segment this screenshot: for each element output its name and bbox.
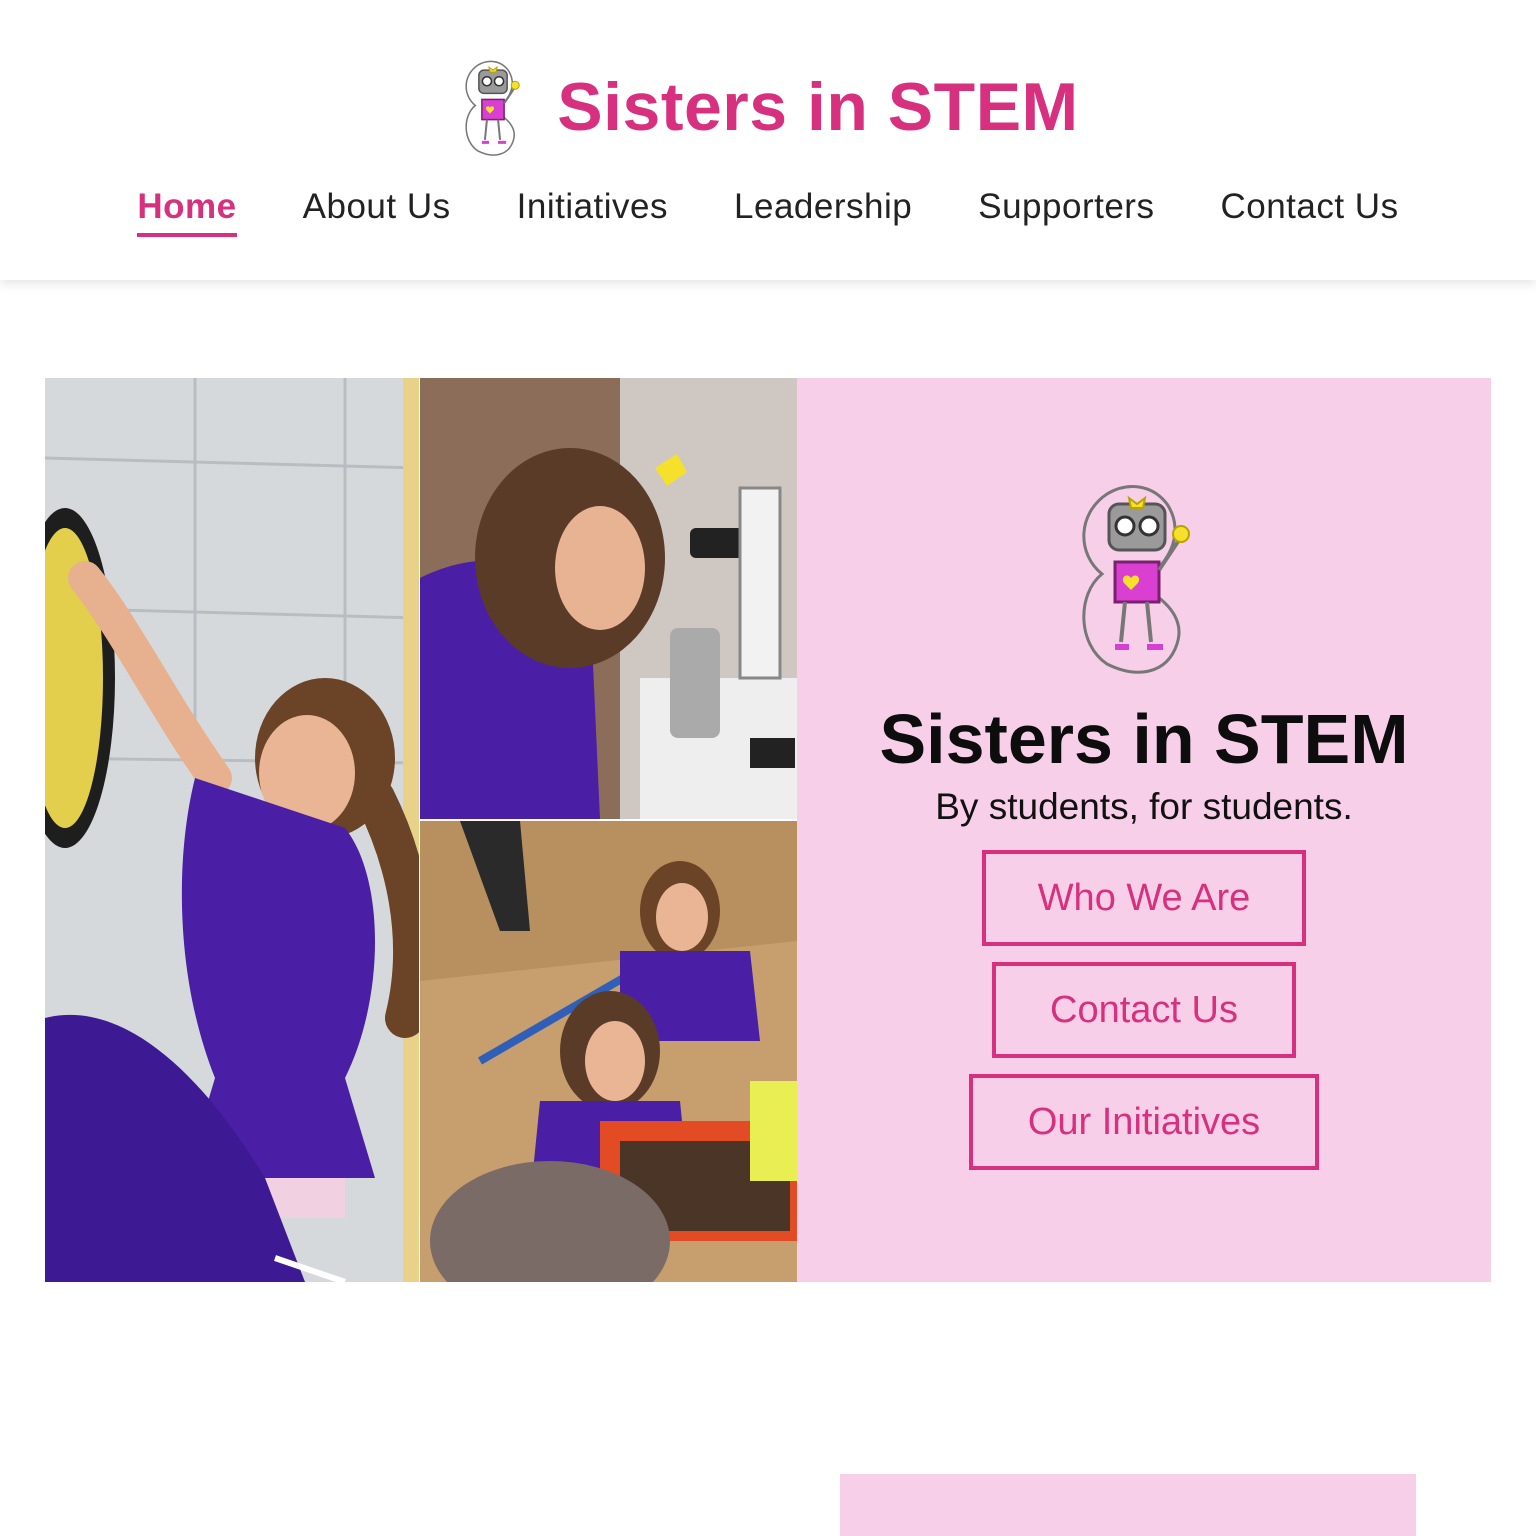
nav-item-home[interactable]: Home — [137, 187, 237, 237]
next-section-block — [840, 1474, 1416, 1536]
brand-title[interactable]: Sisters in STEM — [557, 73, 1078, 141]
photo-collage — [45, 378, 797, 1282]
robot-mascot-icon — [1082, 485, 1190, 674]
nav-item-initiatives[interactable]: Initiatives — [517, 187, 668, 237]
hero-section: Sisters in STEM By students, for student… — [45, 378, 1491, 1282]
nav-item-supporters[interactable]: Supporters — [978, 187, 1154, 237]
hero-info-panel: Sisters in STEM By students, for student… — [797, 378, 1491, 1282]
our-initiatives-button[interactable]: Our Initiatives — [969, 1074, 1319, 1170]
main-nav: Home About Us Initiatives Leadership Sup… — [0, 187, 1536, 237]
nav-item-leadership[interactable]: Leadership — [734, 187, 912, 237]
site-header: Sisters in STEM Home About Us Initiative… — [0, 0, 1536, 280]
photo-girl-reaching — [45, 378, 419, 1282]
hero-title: Sisters in STEM — [879, 700, 1409, 778]
nav-item-contact-us[interactable]: Contact Us — [1220, 187, 1398, 237]
contact-us-button[interactable]: Contact Us — [992, 962, 1296, 1058]
photo-girls-worms — [420, 821, 797, 1282]
hero-subtitle: By students, for students. — [935, 786, 1353, 827]
robot-mascot-icon — [465, 60, 521, 156]
who-we-are-button[interactable]: Who We Are — [982, 850, 1306, 946]
nav-item-about-us[interactable]: About Us — [303, 187, 451, 237]
brand[interactable]: Sisters in STEM — [0, 52, 1536, 162]
photo-girl-microscope — [420, 378, 797, 819]
